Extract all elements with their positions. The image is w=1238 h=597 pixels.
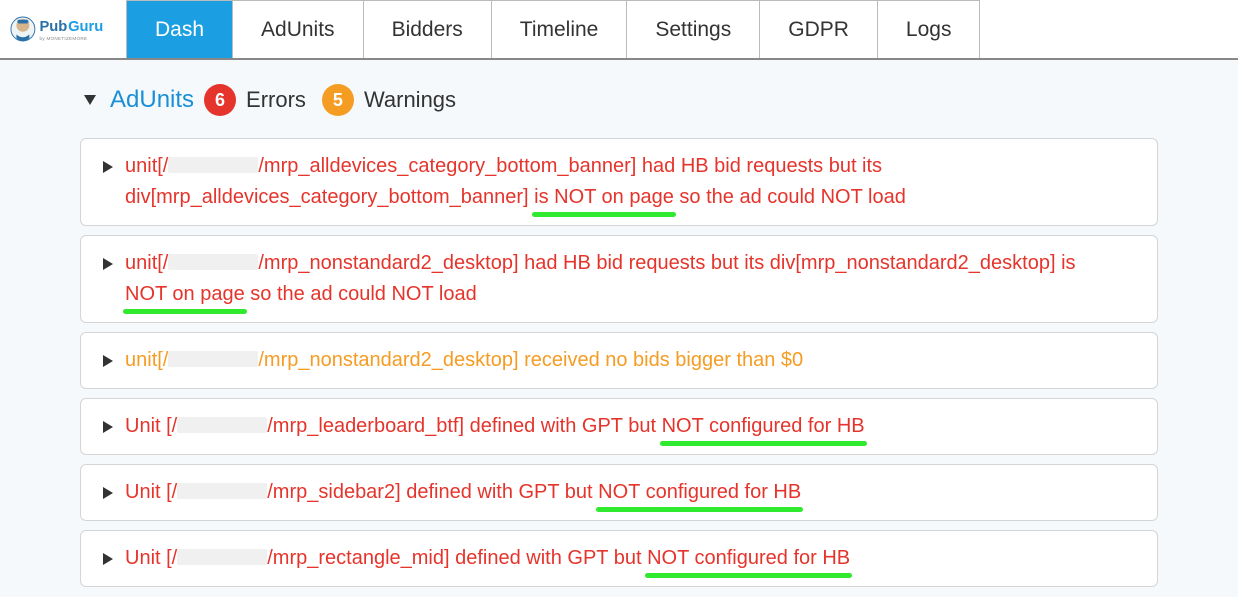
redacted-id [177, 549, 267, 565]
warnings-label: Warnings [364, 87, 456, 113]
issue-text: unit[//mrp_nonstandard2_desktop] had HB … [125, 248, 1137, 310]
svg-text:Guru: Guru [68, 19, 103, 35]
redacted-id [177, 417, 267, 433]
issue-row[interactable]: Unit [//mrp_leaderboard_btf] defined wit… [80, 398, 1158, 455]
nav-tab-settings[interactable]: Settings [627, 0, 760, 58]
redacted-id [168, 351, 258, 367]
errors-label: Errors [246, 87, 306, 113]
issue-row[interactable]: Unit [//mrp_rectangle_mid] defined with … [80, 530, 1158, 587]
section-header[interactable]: AdUnits 6 Errors 5 Warnings [84, 84, 1158, 116]
redacted-id [177, 483, 267, 499]
redacted-id [168, 157, 258, 173]
issue-text: Unit [//mrp_sidebar2] defined with GPT b… [125, 477, 801, 508]
issue-text: unit[//mrp_nonstandard2_desktop] receive… [125, 345, 803, 376]
errors-badge: 6 [204, 84, 236, 116]
nav-tabs: DashAdUnitsBiddersTimelineSettingsGDPRLo… [126, 0, 980, 58]
svg-text:by MONETIZEMORE: by MONETIZEMORE [39, 36, 87, 41]
caret-right-icon [103, 421, 113, 433]
nav-tab-bidders[interactable]: Bidders [364, 0, 492, 58]
issue-text: Unit [//mrp_rectangle_mid] defined with … [125, 543, 850, 574]
highlight: NOT on page [125, 279, 245, 310]
caret-right-icon [103, 161, 113, 173]
caret-right-icon [103, 553, 113, 565]
highlight: NOT configured for HB [598, 477, 801, 508]
issue-row[interactable]: Unit [//mrp_sidebar2] defined with GPT b… [80, 464, 1158, 521]
issue-row[interactable]: unit[//mrp_alldevices_category_bottom_ba… [80, 138, 1158, 226]
caret-right-icon [103, 355, 113, 367]
caret-down-icon [84, 95, 96, 105]
main-content: AdUnits 6 Errors 5 Warnings unit[//mrp_a… [0, 60, 1238, 597]
nav-tab-adunits[interactable]: AdUnits [233, 0, 364, 58]
caret-right-icon [103, 487, 113, 499]
nav-tab-dash[interactable]: Dash [126, 0, 233, 58]
warnings-badge: 5 [322, 84, 354, 116]
issue-list: unit[//mrp_alldevices_category_bottom_ba… [80, 138, 1158, 587]
svg-text:Pub: Pub [39, 19, 67, 35]
pubguru-logo-icon: Pub Guru by MONETIZEMORE [10, 9, 116, 49]
nav-tab-logs[interactable]: Logs [878, 0, 981, 58]
issue-row[interactable]: unit[//mrp_nonstandard2_desktop] receive… [80, 332, 1158, 389]
highlight: NOT configured for HB [647, 543, 850, 574]
top-nav-bar: Pub Guru by MONETIZEMORE DashAdUnitsBidd… [0, 0, 1238, 60]
nav-tab-timeline[interactable]: Timeline [492, 0, 628, 58]
nav-tab-gdpr[interactable]: GDPR [760, 0, 878, 58]
caret-right-icon [103, 258, 113, 270]
issue-row[interactable]: unit[//mrp_nonstandard2_desktop] had HB … [80, 235, 1158, 323]
redacted-id [168, 254, 258, 270]
highlight: is NOT on page [534, 182, 674, 213]
issue-text: unit[//mrp_alldevices_category_bottom_ba… [125, 151, 1137, 213]
highlight: NOT configured for HB [662, 411, 865, 442]
issue-text: Unit [//mrp_leaderboard_btf] defined wit… [125, 411, 865, 442]
brand-logo: Pub Guru by MONETIZEMORE [0, 0, 126, 58]
section-title[interactable]: AdUnits [110, 86, 194, 114]
